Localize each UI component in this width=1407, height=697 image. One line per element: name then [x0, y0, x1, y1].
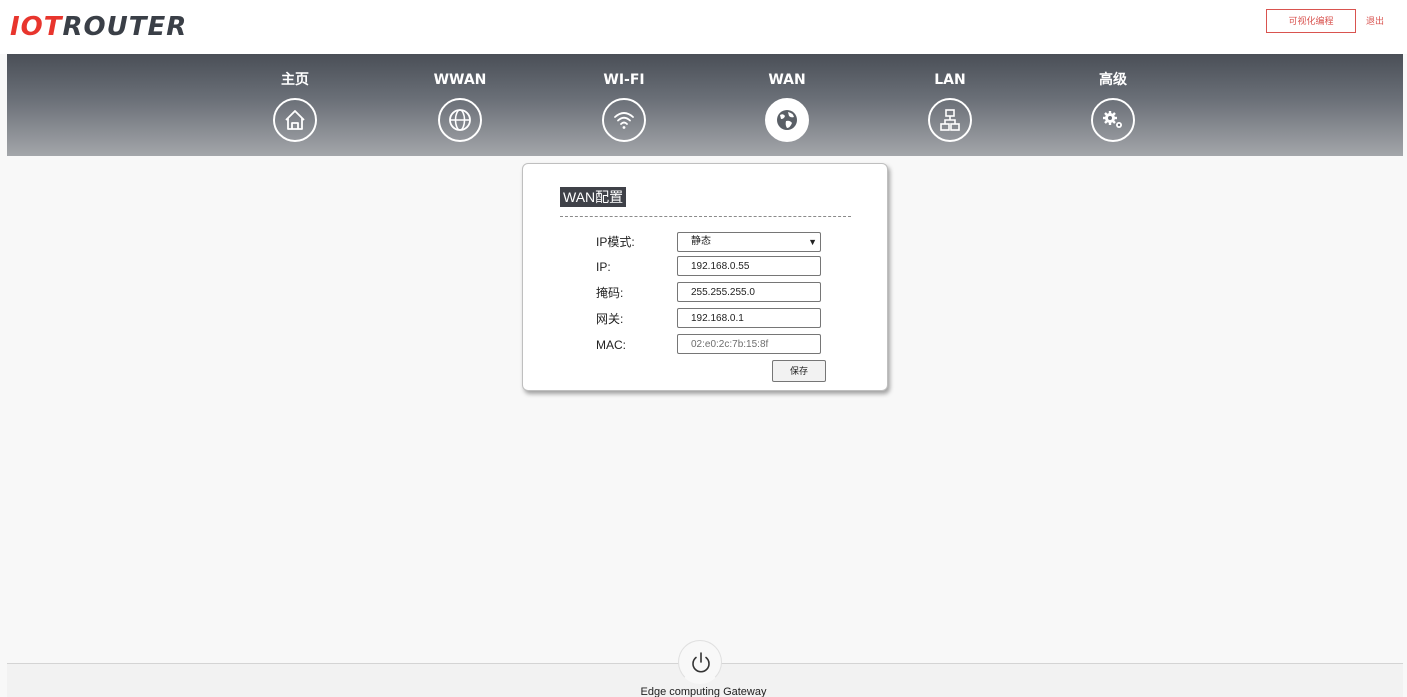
- title-divider: [560, 216, 851, 217]
- top-header: IOTROUTER 可视化编程 退出: [0, 0, 1407, 54]
- nav-item-wan[interactable]: WAN: [737, 54, 837, 156]
- ip-label: IP:: [596, 260, 611, 274]
- ip-mode-value: 静态: [691, 236, 711, 247]
- network-icon: [928, 98, 972, 142]
- wifi-icon: [602, 98, 646, 142]
- power-icon: [692, 652, 710, 673]
- nav-item-wifi[interactable]: WI-FI: [574, 54, 674, 156]
- gateway-input[interactable]: [677, 308, 821, 328]
- logout-link[interactable]: 退出: [1366, 15, 1384, 27]
- ip-mode-label: IP模式:: [596, 235, 635, 249]
- ip-mode-select[interactable]: 静态 ▼: [677, 232, 821, 252]
- gateway-label: 网关:: [596, 312, 624, 326]
- nav-item-label: 高级: [1099, 72, 1127, 88]
- nav-item-label: 主页: [281, 72, 309, 88]
- wan-config-panel: WAN配置 IP模式: 静态 ▼ IP: 掩码: 网关: MAC: 保存: [522, 163, 888, 391]
- nav-item-label: LAN: [934, 72, 966, 88]
- nav-item-label: WWAN: [433, 72, 487, 88]
- nav-item-wwan[interactable]: WWAN: [410, 54, 510, 156]
- power-button[interactable]: [678, 640, 722, 684]
- footer-text: Edge computing Gateway: [640, 686, 767, 697]
- logo-part1: IOT: [10, 12, 63, 42]
- nav-item-lan[interactable]: LAN: [900, 54, 1000, 156]
- brand-logo: IOTROUTER: [10, 12, 187, 42]
- ip-input[interactable]: [677, 256, 821, 276]
- mac-label: MAC:: [596, 338, 626, 352]
- gears-icon: [1091, 98, 1135, 142]
- nav-item-home[interactable]: 主页: [245, 54, 345, 156]
- mac-input[interactable]: [677, 334, 821, 354]
- panel-title: WAN配置: [560, 187, 627, 207]
- nav-item-advanced[interactable]: 高级: [1063, 54, 1163, 156]
- globe-icon: [438, 98, 482, 142]
- nav-item-label: WAN: [768, 72, 806, 88]
- chevron-down-icon: ▼: [808, 237, 817, 247]
- main-nav: 主页 WWAN WI-FI WAN LAN 高级: [7, 54, 1403, 156]
- logo-part2: ROUTER: [62, 12, 188, 42]
- nav-item-label: WI-FI: [603, 72, 645, 88]
- save-button[interactable]: 保存: [772, 360, 826, 382]
- mask-input[interactable]: [677, 282, 821, 302]
- home-icon: [273, 98, 317, 142]
- mask-label: 掩码:: [596, 286, 624, 300]
- visual-programming-button[interactable]: 可视化编程: [1266, 9, 1356, 33]
- earth-icon: [765, 98, 809, 142]
